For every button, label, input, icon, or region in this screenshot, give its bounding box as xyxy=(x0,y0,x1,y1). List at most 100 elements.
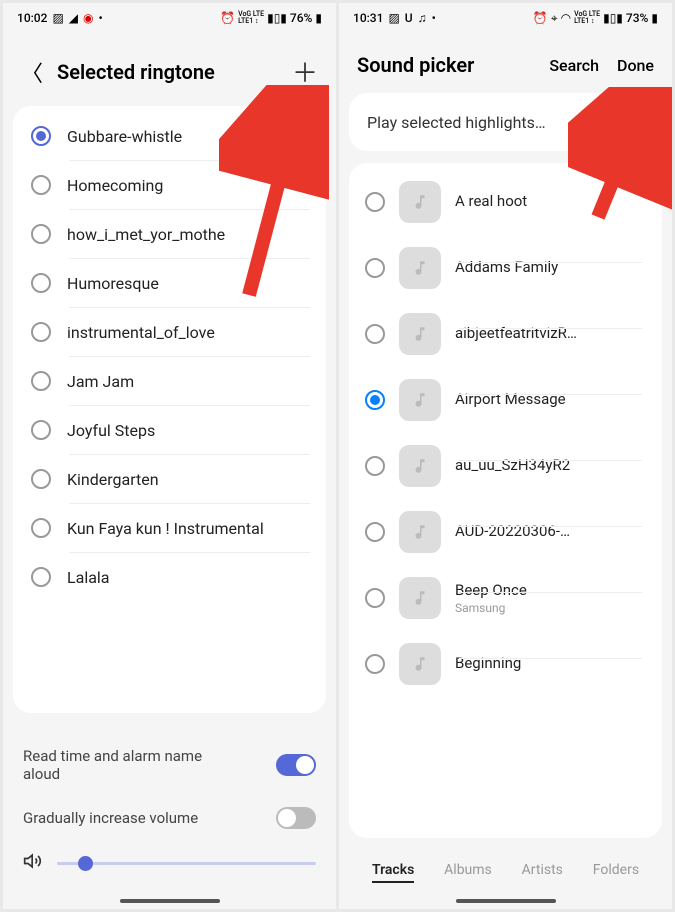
sound-item[interactable]: Beep Once Samsung xyxy=(349,565,662,631)
back-icon[interactable]: 〈 xyxy=(21,56,43,88)
radio-button[interactable] xyxy=(365,390,385,410)
ringtone-list[interactable]: Gubbare-whistle Homecoming how_i_met_yor… xyxy=(13,106,326,607)
wifi-icon: ◠ xyxy=(561,11,571,25)
gradually-toggle[interactable] xyxy=(276,807,316,829)
sound-item[interactable]: AUD-20220306-… xyxy=(349,499,662,565)
radio-button[interactable] xyxy=(365,588,385,608)
tab-albums[interactable]: Albums xyxy=(444,862,492,883)
sound-item[interactable]: aibjeetfeatritvizR… xyxy=(349,301,662,367)
phone-right-sound-picker: 10:31 ▨ U ♫ • ⏰ ⌖ ◠ VoG LTELTE1 ↕ ▮▯▮ 73… xyxy=(339,3,672,909)
battery-text: 76% xyxy=(290,11,312,25)
ringtone-item[interactable]: Humoresque xyxy=(69,258,310,307)
battery-icon: ▮ xyxy=(315,11,322,25)
record-icon: ◉ xyxy=(83,11,93,25)
music-note-icon xyxy=(399,511,441,553)
sound-item[interactable]: Addams Family xyxy=(349,235,662,301)
gradually-increase-setting[interactable]: Gradually increase volume xyxy=(23,795,316,841)
ringtone-item[interactable]: Jam Jam xyxy=(69,356,310,405)
tab-tracks[interactable]: Tracks xyxy=(372,862,414,883)
ringtone-item[interactable]: Kun Faya kun ! Instrumental xyxy=(69,503,310,552)
battery-text: 73% xyxy=(626,11,648,25)
sound-title: Airport Message xyxy=(455,390,646,408)
radio-button[interactable] xyxy=(365,654,385,674)
ringtone-item[interactable]: Kindergarten xyxy=(69,454,310,503)
volume-icon xyxy=(23,851,43,875)
radio-button[interactable] xyxy=(365,324,385,344)
phone-left-ringtone: 10:02 ▨ ◢ ◉ • ⏰ VoG LTELTE1 ↕ ▮▯▮ 76% ▮ … xyxy=(3,3,336,909)
page-title: Selected ringtone xyxy=(57,60,278,84)
search-button[interactable]: Search xyxy=(549,56,599,75)
volte-icon: VoG LTELTE1 ↕ xyxy=(574,11,600,25)
location-icon: ⌖ xyxy=(551,11,558,26)
music-note-icon xyxy=(399,445,441,487)
sound-list-card: A real hoot Addams Family aibjeetfeatrit… xyxy=(349,163,662,838)
gallery-icon: ▨ xyxy=(52,11,63,25)
highlights-card: Play selected highlights… xyxy=(349,93,662,151)
status-bar: 10:31 ▨ U ♫ • ⏰ ⌖ ◠ VoG LTELTE1 ↕ ▮▯▮ 73… xyxy=(339,3,672,33)
highlights-toggle[interactable] xyxy=(604,111,644,133)
ringtone-name: Kun Faya kun ! Instrumental xyxy=(67,519,264,538)
bottom-tabs: Tracks Albums Artists Folders xyxy=(339,850,672,895)
radio-button[interactable] xyxy=(365,192,385,212)
ringtone-item[interactable]: Homecoming xyxy=(69,160,310,209)
radio-button[interactable] xyxy=(31,371,51,391)
tab-folders[interactable]: Folders xyxy=(593,862,639,883)
status-time: 10:02 xyxy=(17,11,47,25)
home-indicator[interactable] xyxy=(120,899,220,903)
home-indicator[interactable] xyxy=(456,899,556,903)
sound-item[interactable]: au_uu_SzH34yR2 xyxy=(349,433,662,499)
signal-icon: ▮▯▮ xyxy=(267,11,287,25)
ringtone-name: Joyful Steps xyxy=(67,421,155,440)
read-aloud-toggle[interactable] xyxy=(276,754,316,776)
read-aloud-setting[interactable]: Read time and alarm name aloud xyxy=(23,735,316,795)
music-note-icon xyxy=(399,181,441,223)
ringtone-name: Homecoming xyxy=(67,176,163,195)
ringtone-item[interactable]: Joyful Steps xyxy=(69,405,310,454)
volume-slider[interactable] xyxy=(57,862,316,865)
radio-button[interactable] xyxy=(31,420,51,440)
gradually-label: Gradually increase volume xyxy=(23,809,198,827)
ringtone-name: Gubbare-whistle xyxy=(67,127,182,146)
radio-button[interactable] xyxy=(31,175,51,195)
telegram-icon: ◢ xyxy=(69,11,78,25)
ringtone-item[interactable]: how_i_met_yor_mothe xyxy=(69,209,310,258)
ringtone-name: instrumental_of_love xyxy=(67,323,215,342)
sound-list[interactable]: A real hoot Addams Family aibjeetfeatrit… xyxy=(349,163,662,703)
sound-item[interactable]: Beginning xyxy=(349,631,662,697)
sound-item[interactable]: Airport Message xyxy=(349,367,662,433)
radio-button[interactable] xyxy=(31,273,51,293)
tab-artists[interactable]: Artists xyxy=(522,862,563,883)
sound-item[interactable]: A real hoot xyxy=(349,169,662,235)
ringtone-item[interactable]: Gubbare-whistle xyxy=(13,112,326,160)
radio-button[interactable] xyxy=(31,469,51,489)
highlights-label: Play selected highlights… xyxy=(367,113,546,132)
add-button[interactable]: ＋ xyxy=(292,53,318,90)
read-aloud-label: Read time and alarm name aloud xyxy=(23,747,203,783)
radio-button[interactable] xyxy=(365,522,385,542)
volte-icon: VoG LTELTE1 ↕ xyxy=(238,11,264,25)
music-status-icon: ♫ xyxy=(418,11,427,25)
ringtone-item[interactable]: instrumental_of_love xyxy=(69,307,310,356)
radio-button[interactable] xyxy=(31,224,51,244)
music-note-icon xyxy=(399,379,441,421)
radio-button[interactable] xyxy=(31,567,51,587)
page-title: Sound picker xyxy=(357,53,535,77)
sound-artist: Samsung xyxy=(455,601,646,615)
sound-title: Beep Once xyxy=(455,581,646,599)
sound-title: Addams Family xyxy=(455,258,646,276)
radio-button[interactable] xyxy=(31,322,51,342)
ringtone-name: how_i_met_yor_mothe xyxy=(67,225,225,244)
radio-button[interactable] xyxy=(365,456,385,476)
radio-button[interactable] xyxy=(31,126,51,146)
done-button[interactable]: Done xyxy=(617,56,654,75)
ringtone-item[interactable]: Lalala xyxy=(69,552,310,601)
header: Sound picker Search Done xyxy=(339,33,672,93)
status-time: 10:31 xyxy=(353,11,383,25)
volume-slider-thumb[interactable] xyxy=(78,856,93,871)
music-note-icon xyxy=(399,577,441,619)
ringtone-name: Lalala xyxy=(67,568,110,587)
signal-icon: ▮▯▮ xyxy=(603,11,623,25)
radio-button[interactable] xyxy=(365,258,385,278)
volume-slider-row xyxy=(23,841,316,885)
radio-button[interactable] xyxy=(31,518,51,538)
